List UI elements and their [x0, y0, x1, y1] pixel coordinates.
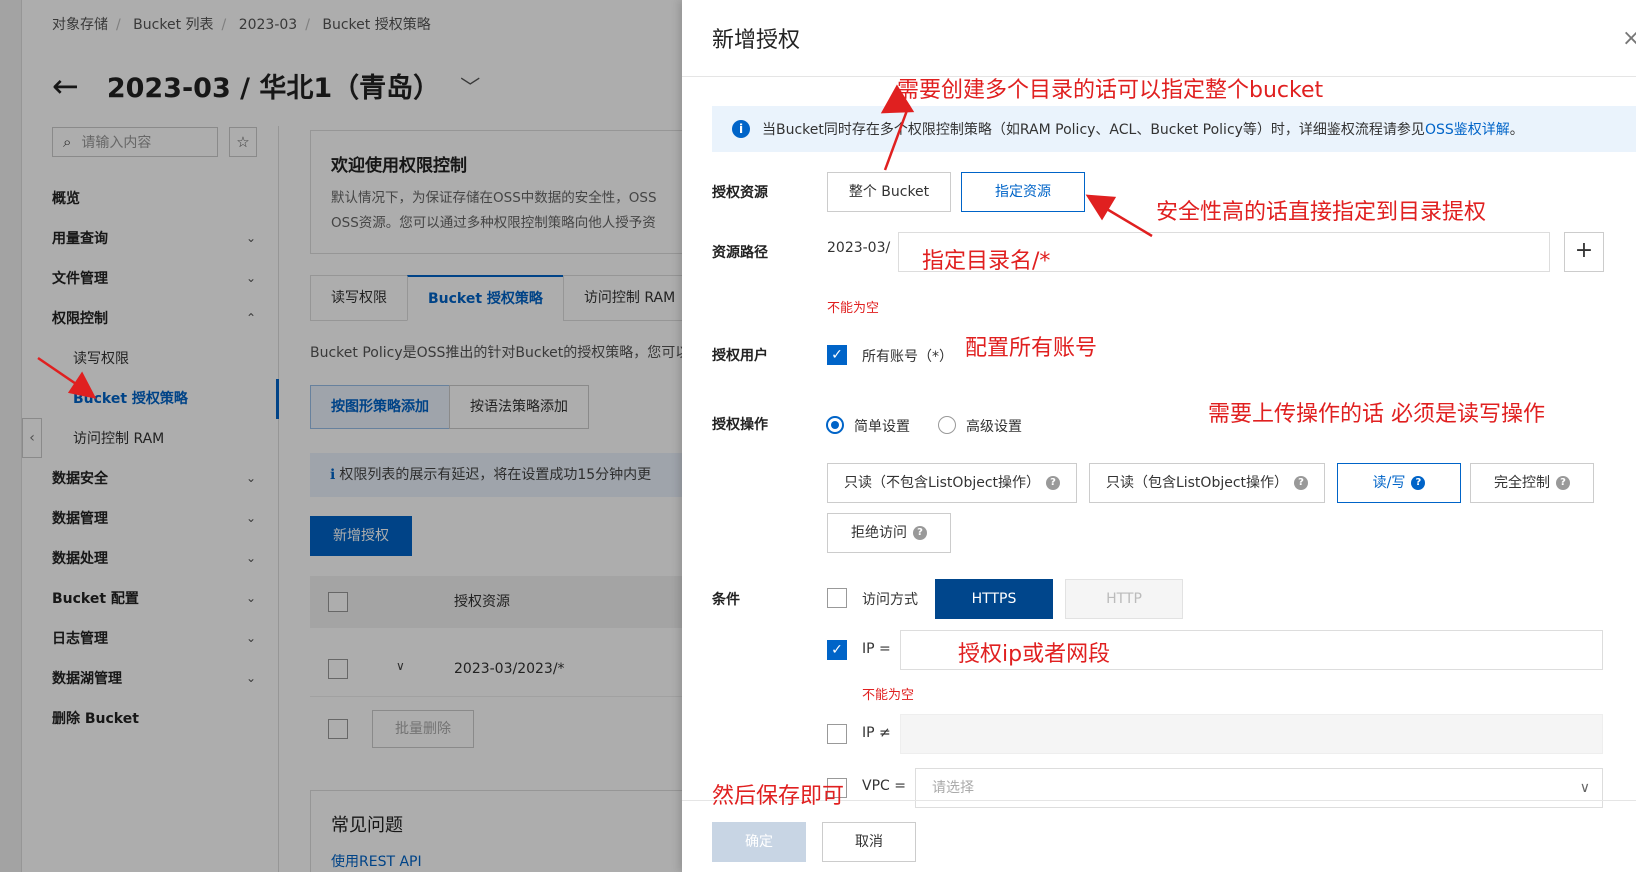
- ip-neq-input[interactable]: [900, 714, 1603, 754]
- vpc-label: VPC =: [862, 778, 906, 794]
- annotation: 然后保存即可: [712, 784, 845, 809]
- advanced-mode-radio[interactable]: [938, 416, 956, 434]
- read-write-button[interactable]: 读/写?: [1337, 463, 1461, 503]
- ip-eq-label: IP =: [862, 641, 891, 657]
- info-text: 当Bucket同时存在多个权限控制策略（如RAM Policy、ACL、Buck…: [762, 122, 1425, 138]
- path-label: 资源路径: [712, 245, 768, 261]
- path-prefix: 2023-03/: [827, 240, 891, 256]
- whole-bucket-button[interactable]: 整个 Bucket: [827, 172, 951, 212]
- ip-error: 不能为空: [862, 688, 915, 703]
- ip-neq-label: IP ≠: [862, 725, 891, 741]
- http-option[interactable]: HTTP: [1065, 579, 1183, 619]
- readonly-no-list-button[interactable]: 只读（不包含ListObject操作）?: [827, 463, 1077, 503]
- op-label: 读/写: [1372, 475, 1406, 491]
- confirm-button[interactable]: 确定: [712, 822, 806, 862]
- add-auth-drawer: 新增授权 × i 当Bucket同时存在多个权限控制策略（如RAM Policy…: [682, 0, 1636, 872]
- annotation: 指定目录名/*: [922, 249, 1051, 274]
- https-option[interactable]: HTTPS: [935, 579, 1053, 619]
- help-icon[interactable]: ?: [1046, 476, 1061, 490]
- annotation: 需要创建多个目录的话可以指定整个bucket: [897, 78, 1324, 103]
- op-label: 拒绝访问: [851, 525, 907, 541]
- access-method-checkbox[interactable]: [827, 588, 847, 608]
- path-error: 不能为空: [827, 301, 880, 316]
- oss-auth-link[interactable]: OSS鉴权详解: [1425, 119, 1510, 139]
- resource-label: 授权资源: [712, 185, 768, 201]
- all-accounts-checkbox[interactable]: ✓: [827, 345, 847, 365]
- help-icon[interactable]: ?: [1411, 476, 1426, 490]
- vpc-select[interactable]: 请选择 ∨: [915, 768, 1603, 808]
- help-icon[interactable]: ?: [1556, 476, 1570, 490]
- annotation: 需要上传操作的话 必须是读写操作: [1208, 402, 1545, 427]
- annotation: 安全性高的话直接指定到目录提权: [1156, 200, 1487, 225]
- info-bar: i 当Bucket同时存在多个权限控制策略（如RAM Policy、ACL、Bu…: [712, 106, 1636, 152]
- op-label: 完全控制: [1494, 475, 1550, 491]
- readonly-list-button[interactable]: 只读（包含ListObject操作）?: [1089, 463, 1325, 503]
- simple-mode-label: 简单设置: [854, 419, 910, 435]
- advanced-mode-label: 高级设置: [966, 419, 1022, 435]
- modal-overlay[interactable]: [0, 0, 682, 872]
- op-label: 只读（不包含ListObject操作）: [843, 475, 1041, 491]
- chevron-down-icon: ∨: [1579, 780, 1590, 796]
- help-icon[interactable]: ?: [1294, 476, 1309, 490]
- vpc-placeholder: 请选择: [932, 780, 974, 796]
- info-tail: 。: [1509, 122, 1524, 138]
- deny-access-button[interactable]: 拒绝访问?: [827, 513, 951, 553]
- condition-label: 条件: [712, 592, 740, 608]
- user-label: 授权用户: [712, 348, 768, 364]
- ip-neq-checkbox[interactable]: [827, 724, 847, 744]
- background-page: 对象存储 / Bucket 列表/ 2023-03/ Bucket 授权策略 ← …: [0, 0, 682, 872]
- specified-resource-button[interactable]: 指定资源: [961, 172, 1085, 212]
- help-icon[interactable]: ?: [913, 526, 927, 540]
- drawer-title: 新增授权: [712, 28, 801, 53]
- simple-mode-radio[interactable]: [826, 416, 844, 434]
- info-icon: i: [732, 120, 750, 138]
- operation-label: 授权操作: [712, 417, 768, 433]
- add-path-button[interactable]: +: [1564, 232, 1604, 272]
- ip-eq-checkbox[interactable]: ✓: [827, 640, 847, 660]
- all-accounts-label: 所有账号（*）: [862, 349, 953, 365]
- annotation: 配置所有账号: [965, 336, 1098, 361]
- full-control-button[interactable]: 完全控制?: [1470, 463, 1594, 503]
- op-label: 只读（包含ListObject操作）: [1105, 475, 1289, 491]
- annotation: 授权ip或者网段: [958, 642, 1111, 667]
- access-method-label: 访问方式: [862, 592, 918, 608]
- close-icon[interactable]: ×: [1622, 26, 1636, 51]
- cancel-button[interactable]: 取消: [822, 822, 916, 862]
